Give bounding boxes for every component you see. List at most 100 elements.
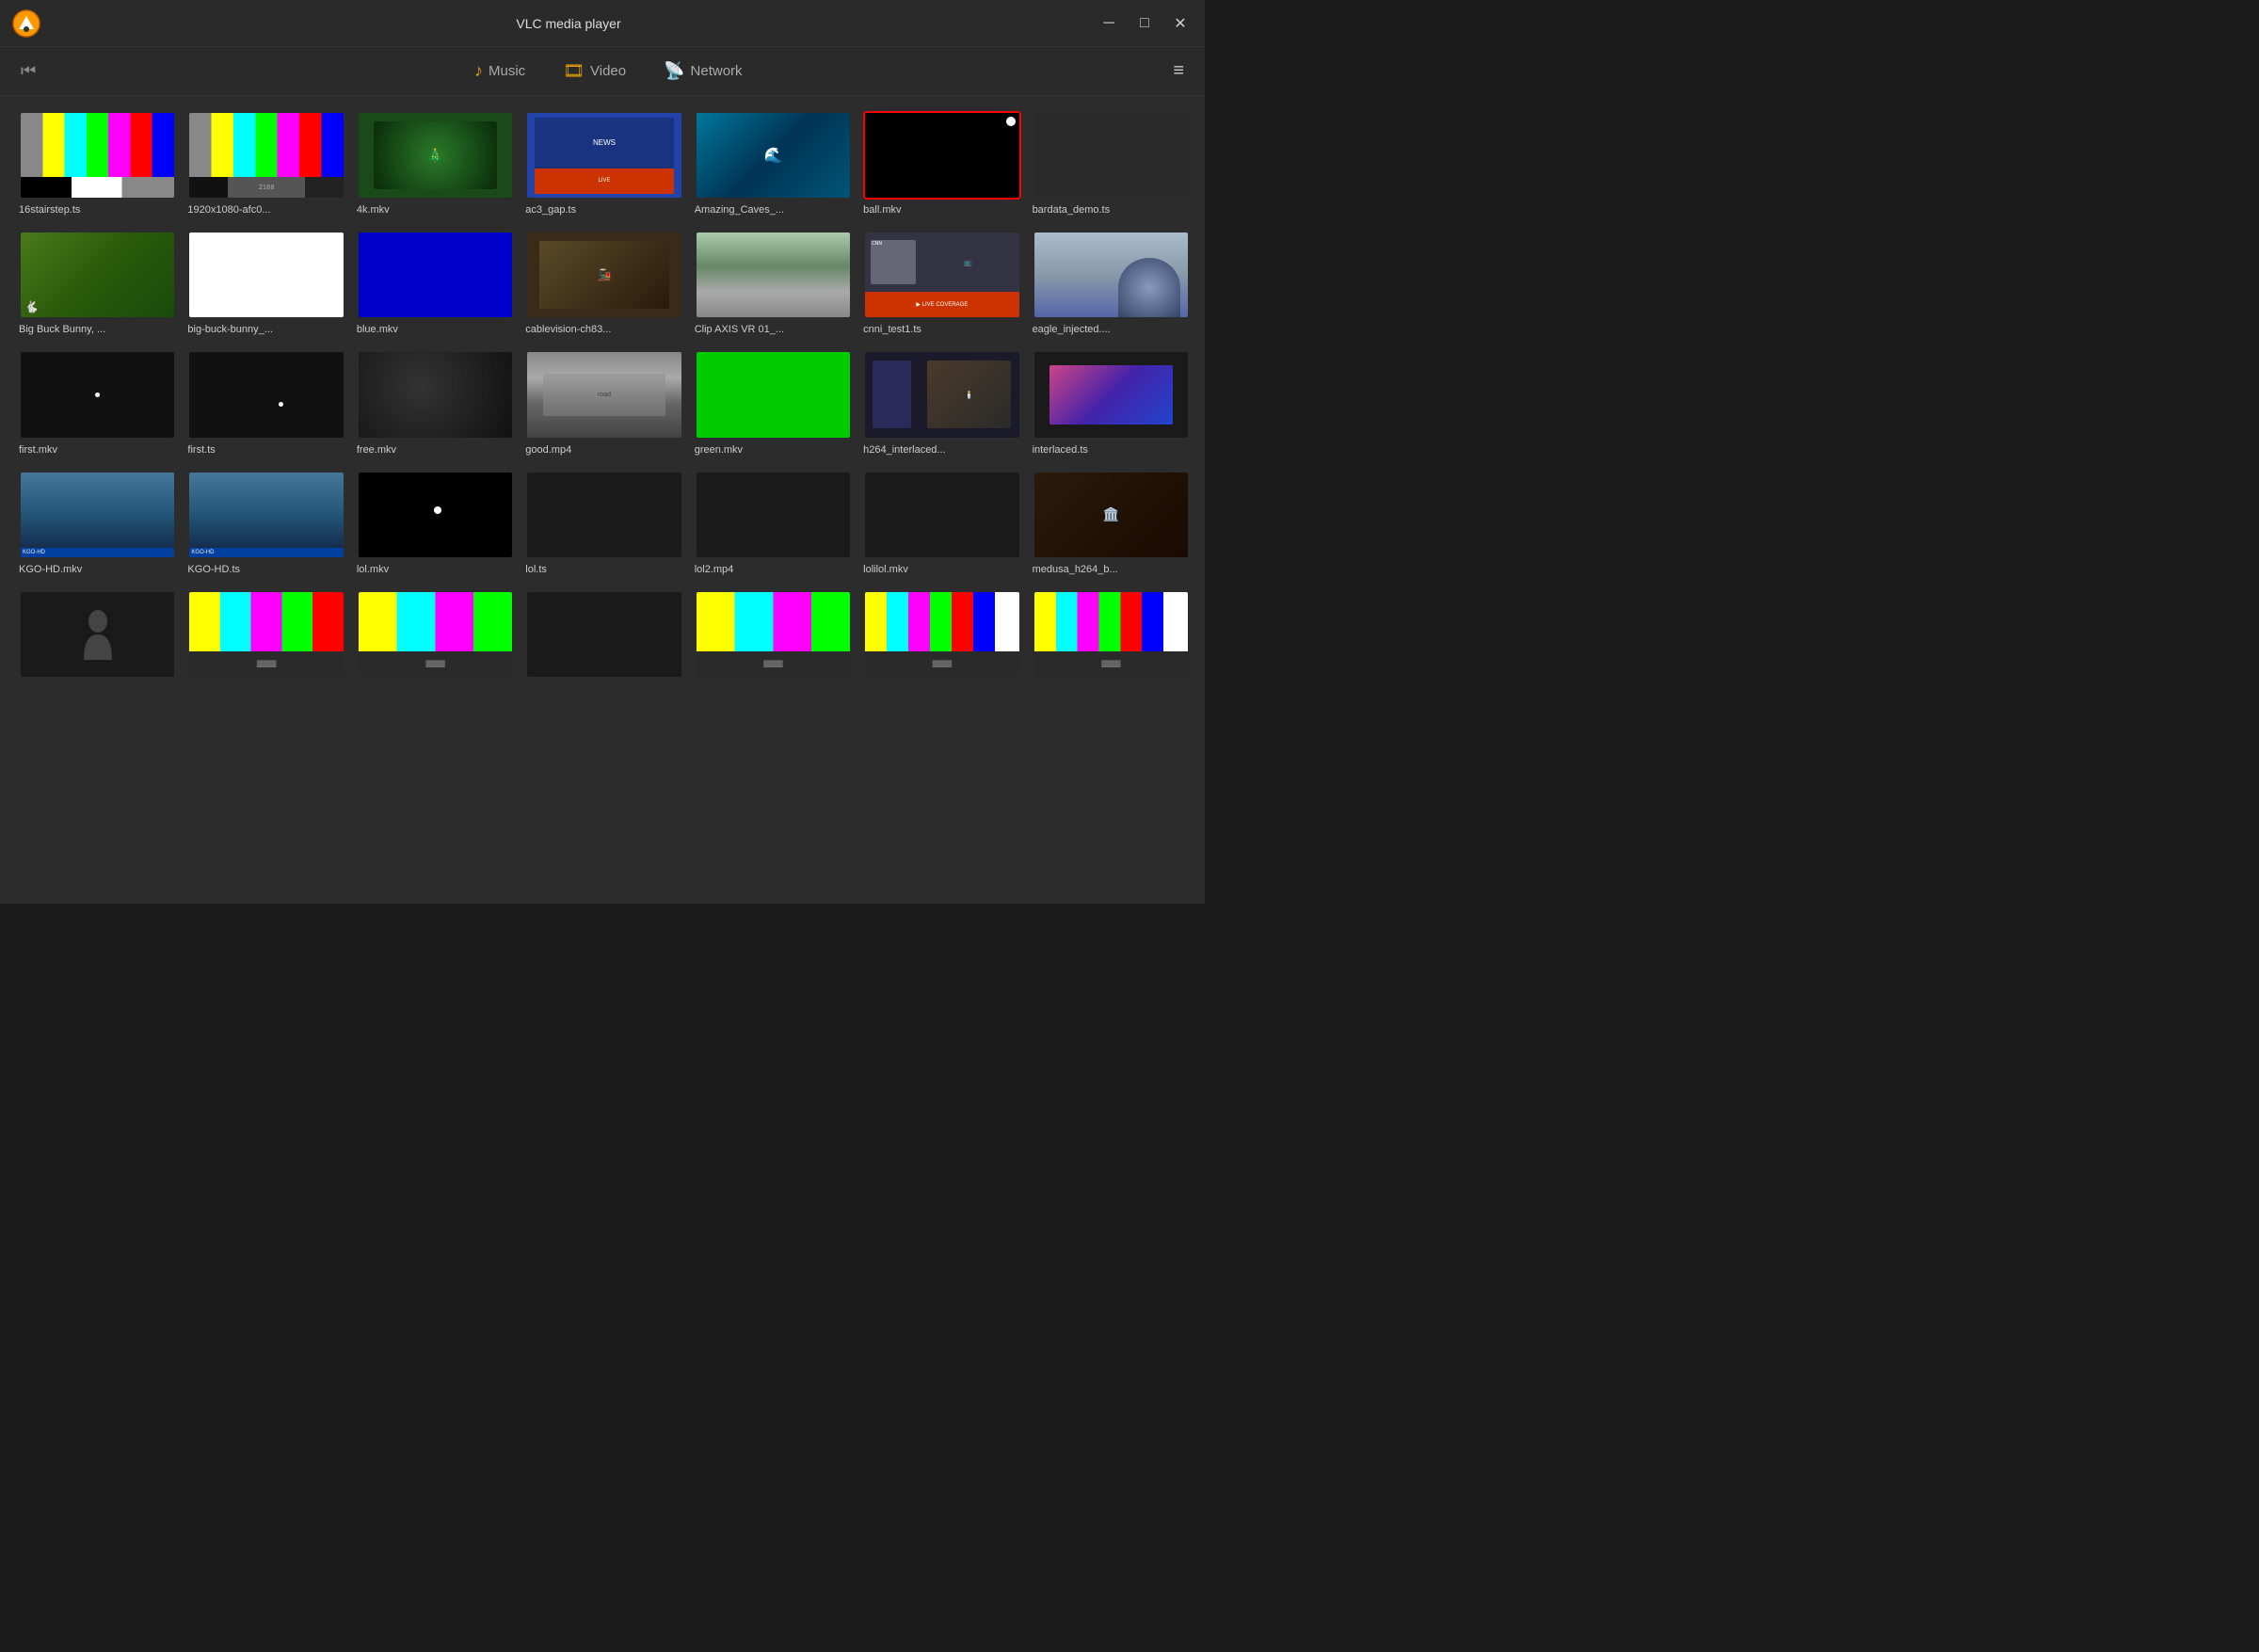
media-filename: Clip AXIS VR 01_... (695, 324, 852, 335)
media-thumb: ▓▓▓▓ (1033, 590, 1190, 679)
media-thumb: 🌊 (695, 111, 852, 200)
list-item[interactable]: first.mkv (19, 350, 176, 455)
list-item[interactable]: lol.mkv (357, 471, 514, 575)
list-item[interactable]: 2160 1920x1080-afc0... (187, 111, 344, 216)
media-thumb (187, 231, 344, 319)
list-item[interactable]: big-buck-bunny_... (187, 231, 344, 335)
list-item[interactable]: ▓▓▓▓ (695, 590, 852, 683)
list-item[interactable]: CNN 📺 ▶ LIVE COVERAGE cnni_test1.ts (863, 231, 1020, 335)
list-item[interactable]: green.mkv (695, 350, 852, 455)
media-thumb (863, 471, 1020, 559)
list-item[interactable]: ▓▓▓▓ (357, 590, 514, 683)
list-item[interactable]: 🌊 Amazing_Caves_... (695, 111, 852, 216)
tab-music[interactable]: ♪ Music (456, 54, 544, 88)
media-filename: ac3_gap.ts (525, 204, 682, 216)
media-thumb: ▓▓▓▓ (357, 590, 514, 679)
tab-network[interactable]: 📡 Network (645, 54, 761, 88)
media-thumb (187, 350, 344, 439)
media-thumb: ▓▓▓▓ (695, 590, 852, 679)
media-thumb: 🏛️ (1033, 471, 1190, 559)
media-thumb (357, 471, 514, 559)
tab-video-label: Video (590, 63, 626, 79)
media-thumb (695, 350, 852, 439)
list-item[interactable]: eagle_injected.... (1033, 231, 1190, 335)
media-filename: 4k.mkv (357, 204, 514, 216)
list-item[interactable]: lolilol.mkv (863, 471, 1020, 575)
media-thumb: 2160 (187, 111, 344, 200)
list-item[interactable]: lol2.mp4 (695, 471, 852, 575)
list-item[interactable]: Clip AXIS VR 01_... (695, 231, 852, 335)
list-item[interactable]: ball.mkv (863, 111, 1020, 216)
back-button[interactable]: ⏮ (11, 56, 45, 87)
list-item[interactable]: ▓▓▓▓ (863, 590, 1020, 683)
media-filename: lol2.mp4 (695, 564, 852, 575)
close-button[interactable]: ✕ (1167, 10, 1194, 37)
media-filename: cablevision-ch83... (525, 324, 682, 335)
media-thumb (19, 590, 176, 679)
media-thumb (863, 111, 1020, 200)
list-item[interactable]: ▓▓▓▓ (187, 590, 344, 683)
media-filename: green.mkv (695, 444, 852, 456)
media-filename: first.mkv (19, 444, 176, 456)
media-thumb (357, 231, 514, 319)
media-thumb: KGO-HD (19, 471, 176, 559)
media-thumb (695, 231, 852, 319)
app-title: VLC media player (516, 16, 620, 31)
media-thumb: ▓▓▓▓ (187, 590, 344, 679)
list-item[interactable]: KGO-HD KGO-HD.mkv (19, 471, 176, 575)
list-item[interactable] (19, 590, 176, 683)
media-filename: KGO-HD.mkv (19, 564, 176, 575)
media-filename: ball.mkv (863, 204, 1020, 216)
window-controls: ─ □ ✕ (1096, 10, 1194, 37)
media-thumb (19, 350, 176, 439)
list-item[interactable]: 16stairstep.ts (19, 111, 176, 216)
list-item[interactable]: 🚂 cablevision-ch83... (525, 231, 682, 335)
media-filename: free.mkv (357, 444, 514, 456)
media-filename: 1920x1080-afc0... (187, 204, 344, 216)
list-item[interactable]: interlaced.ts (1033, 350, 1190, 455)
media-filename: lolilol.mkv (863, 564, 1020, 575)
minimize-button[interactable]: ─ (1096, 10, 1122, 37)
media-filename: Amazing_Caves_... (695, 204, 852, 216)
list-item[interactable]: lol.ts (525, 471, 682, 575)
media-thumb (19, 111, 176, 200)
media-filename: h264_interlaced... (863, 444, 1020, 456)
menu-button[interactable]: ≡ (1163, 55, 1194, 88)
content-area: 16stairstep.ts 2160 1920x1080-afc0... (0, 96, 1205, 904)
media-thumb: CNN 📺 ▶ LIVE COVERAGE (863, 231, 1020, 319)
media-filename: bardata_demo.ts (1033, 204, 1190, 216)
list-item[interactable]: ▓▓▓▓ (1033, 590, 1190, 683)
list-item[interactable]: KGO-HD KGO-HD.ts (187, 471, 344, 575)
media-filename: lol.mkv (357, 564, 514, 575)
media-thumb (695, 471, 852, 559)
list-item[interactable]: road good.mp4 (525, 350, 682, 455)
tab-video[interactable]: 🎞 Video (544, 54, 645, 88)
media-thumb: road (525, 350, 682, 439)
media-grid: 16stairstep.ts 2160 1920x1080-afc0... (19, 111, 1190, 683)
list-item[interactable]: bardata_demo.ts (1033, 111, 1190, 216)
list-item[interactable]: 🎄 4k.mkv (357, 111, 514, 216)
media-thumb: NEWS LIVE (525, 111, 682, 200)
list-item[interactable]: 🕯️ h264_interlaced... (863, 350, 1020, 455)
media-thumb: KGO-HD (187, 471, 344, 559)
titlebar: VLC media player ─ □ ✕ (0, 0, 1205, 47)
list-item[interactable]: blue.mkv (357, 231, 514, 335)
media-thumb (357, 350, 514, 439)
media-filename: Big Buck Bunny, ... (19, 324, 176, 335)
list-item[interactable]: free.mkv (357, 350, 514, 455)
list-item[interactable]: first.ts (187, 350, 344, 455)
media-filename: cnni_test1.ts (863, 324, 1020, 335)
music-icon: ♪ (474, 61, 483, 81)
list-item[interactable]: 🏛️ medusa_h264_b... (1033, 471, 1190, 575)
media-filename: interlaced.ts (1033, 444, 1190, 456)
media-thumb: ▓▓▓▓ (863, 590, 1020, 679)
maximize-button[interactable]: □ (1131, 10, 1158, 37)
media-filename: first.ts (187, 444, 344, 456)
network-icon: 📡 (664, 61, 684, 81)
media-filename: eagle_injected.... (1033, 324, 1190, 335)
list-item[interactable]: NEWS LIVE ac3_gap.ts (525, 111, 682, 216)
video-icon: 🎞 (563, 61, 585, 81)
nav-tabs: ♪ Music 🎞 Video 📡 Network (53, 54, 1163, 88)
list-item[interactable]: 🐇 Big Buck Bunny, ... (19, 231, 176, 335)
list-item[interactable] (525, 590, 682, 683)
